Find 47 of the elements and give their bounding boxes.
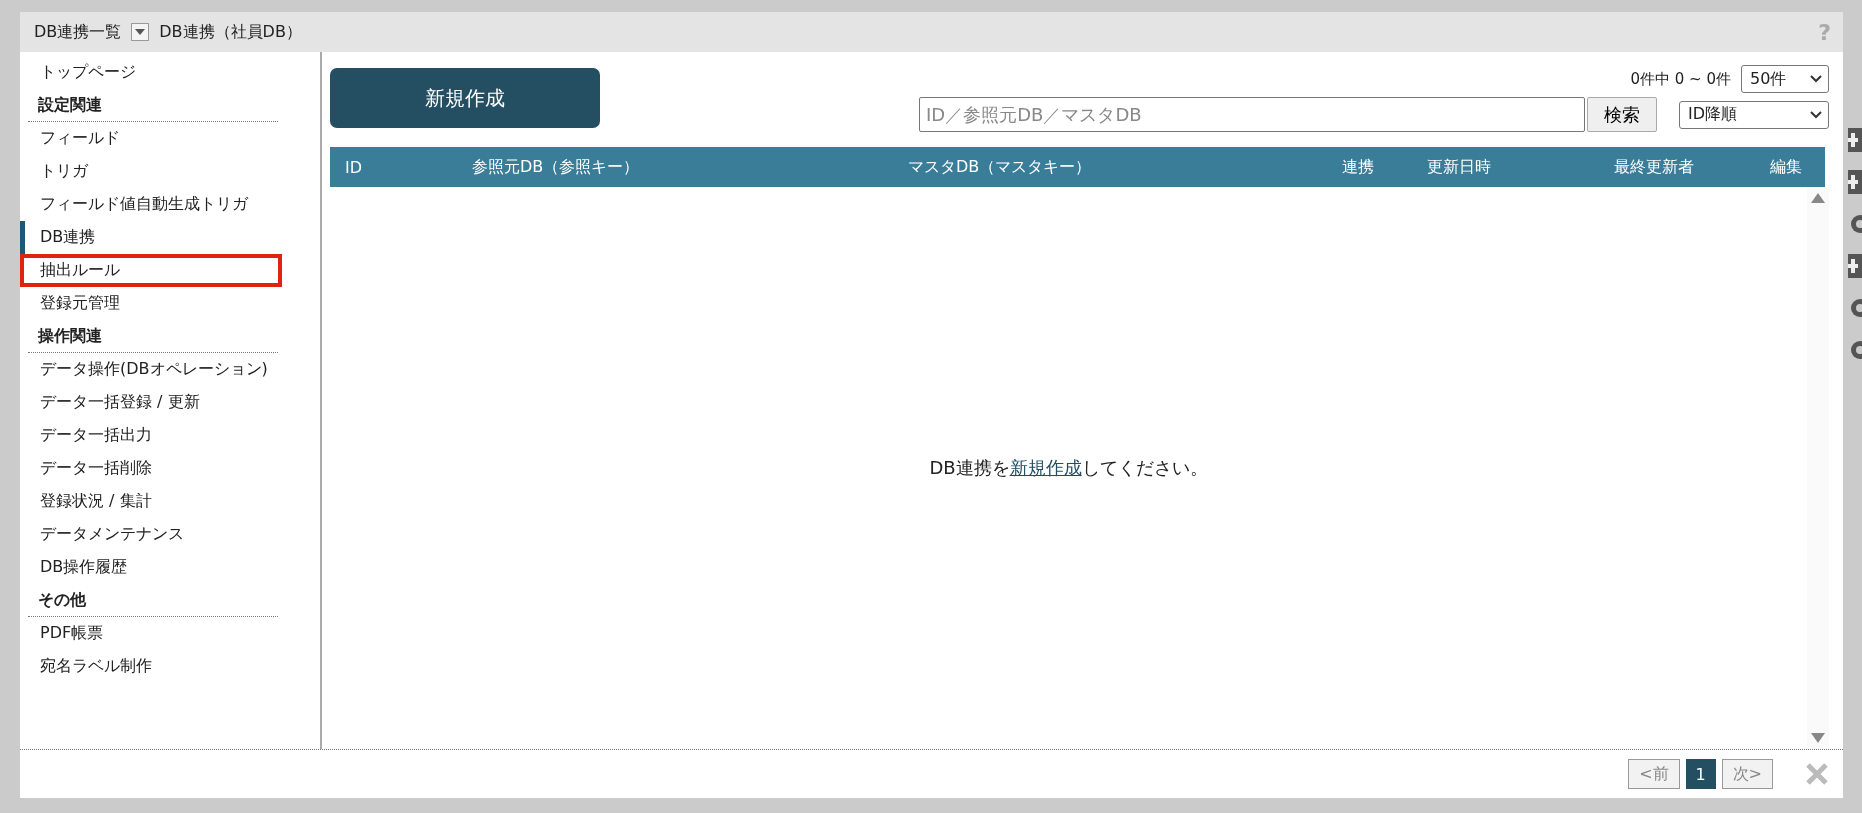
scroll-up-icon[interactable]	[1811, 193, 1825, 203]
per-page-select[interactable]: 50件	[1741, 65, 1829, 93]
sidebar-item[interactable]: データ一括登録 / 更新	[20, 386, 282, 419]
sort-select[interactable]: ID降順	[1679, 100, 1829, 129]
column-header: 更新日時	[1427, 156, 1492, 178]
section-heading: その他	[28, 584, 278, 617]
sidebar-item[interactable]: DB連携	[20, 221, 282, 254]
sidebar-item[interactable]: トリガ	[20, 155, 282, 188]
sidebar-item[interactable]: データ一括出力	[20, 419, 282, 452]
sidebar-item[interactable]: 宛名ラベル制作	[20, 650, 282, 683]
create-link[interactable]: 新規作成	[1009, 457, 1082, 478]
sidebar-item[interactable]: フィールド	[20, 122, 282, 155]
list-title: DB連携一覧	[34, 21, 122, 43]
sidebar-item[interactable]: 登録状況 / 集計	[20, 485, 282, 518]
column-header: マスタDB（マスタキー）	[908, 156, 1093, 178]
column-header: ID	[345, 157, 364, 177]
sidebar-item[interactable]: データ操作(DBオペレーション)	[20, 353, 282, 386]
sidebar-item[interactable]: トップページ	[20, 56, 282, 89]
column-header: 編集	[1770, 156, 1803, 178]
chevron-down-icon	[1810, 75, 1822, 83]
plus-square-icon[interactable]	[1848, 254, 1862, 278]
section-heading: 設定関連	[28, 89, 278, 122]
plus-square-icon[interactable]	[1848, 170, 1862, 194]
empty-message: DB連携を新規作成 してください。	[929, 456, 1208, 480]
sidebar-item[interactable]: フィールド値自動生成トリガ	[20, 188, 282, 221]
column-header: 連携	[1342, 156, 1375, 178]
sidebar-item[interactable]: DB操作履歴	[20, 551, 282, 584]
column-header: 最終更新者	[1614, 156, 1695, 178]
plus-square-icon[interactable]	[1848, 128, 1862, 152]
dropdown-button[interactable]	[131, 23, 150, 41]
sidebar-item[interactable]: データメンテナンス	[20, 518, 282, 551]
scroll-down-icon[interactable]	[1811, 733, 1825, 743]
search-field[interactable]: ID／参照元DB／マスタDB	[919, 97, 1585, 132]
sidebar-item[interactable]: PDF帳票	[20, 617, 282, 650]
chevron-down-icon	[1810, 110, 1822, 119]
sidebar-item[interactable]: 登録元管理	[20, 287, 282, 320]
page-button[interactable]: 1	[1685, 759, 1716, 789]
sidebar-item[interactable]: 抽出ルール	[20, 254, 282, 287]
sidebar-item[interactable]: データ一括削除	[20, 452, 282, 485]
new-button[interactable]: 新規作成	[330, 68, 600, 128]
record-count: 0件中 0 ~ 0件	[1630, 69, 1731, 89]
dialog-title: DB連携（社員DB）	[159, 21, 302, 43]
column-header: 参照元DB（参照キー）	[472, 156, 641, 178]
search-button[interactable]: 検索	[1587, 97, 1657, 132]
section-heading: 操作関連	[28, 320, 278, 353]
scrollbar[interactable]	[1807, 187, 1829, 749]
caret-icon	[135, 29, 146, 35]
